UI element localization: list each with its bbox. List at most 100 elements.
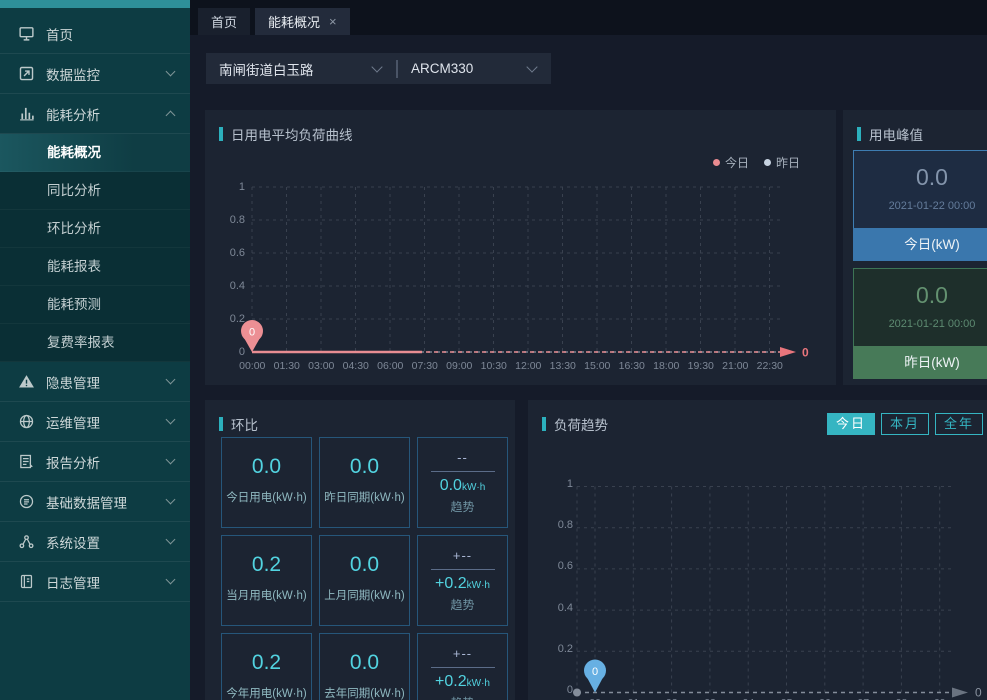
stat-card-yesterday-usage: 0.0 昨日同期(kW·h) bbox=[319, 437, 410, 528]
station-select-value: 南闸街道白玉路 bbox=[206, 59, 373, 79]
warning-triangle-icon bbox=[18, 373, 35, 390]
content: 南闸街道白玉路 ARCM330 日用电平均负荷曲线 bbox=[190, 35, 987, 700]
sidebar-item-tariff-report[interactable]: 复费率报表 bbox=[0, 324, 190, 362]
axis-tick-label: 1 bbox=[532, 476, 573, 492]
sidebar-item-data-monitor[interactable]: 数据监控 bbox=[0, 54, 190, 94]
sidebar-item-label: 基础数据管理 bbox=[46, 492, 167, 512]
title-accent-bar bbox=[219, 417, 223, 431]
tab-bar: 首页 能耗概况 × bbox=[190, 0, 987, 35]
marker-value: 0 bbox=[249, 327, 255, 339]
nodes-settings-icon bbox=[18, 533, 35, 550]
peak-timestamp: 2021-01-21 00:00 bbox=[854, 318, 987, 330]
stat-label: 今年用电(kW·h) bbox=[222, 685, 311, 700]
stat-label: 上月同期(kW·h) bbox=[320, 587, 409, 603]
trend-unit: kW·h bbox=[462, 482, 485, 493]
trend-card-month: +-- +0.2kW·h 趋势 bbox=[417, 535, 508, 626]
panel-title: 用电峰值 bbox=[857, 124, 923, 144]
sidebar-item-label: 运维管理 bbox=[46, 412, 167, 432]
peak-card-yesterday: 0.0 2021-01-21 00:00 昨日(kW) bbox=[853, 268, 987, 379]
stat-value: 0.0 bbox=[320, 651, 409, 675]
stat-card-last-month-usage: 0.0 上月同期(kW·h) bbox=[319, 535, 410, 626]
axis-tick-label: 0.6 bbox=[532, 558, 573, 574]
sidebar-subitem-label: 能耗概况 bbox=[47, 145, 101, 160]
fraction-divider bbox=[431, 569, 495, 570]
axis-tick-label: 13:30 bbox=[546, 360, 581, 372]
sidebar-item-base-data-mgmt[interactable]: 基础数据管理 bbox=[0, 482, 190, 522]
sidebar-top-strip bbox=[0, 0, 190, 8]
axis-tick-label: 22:30 bbox=[753, 360, 788, 372]
close-icon[interactable]: × bbox=[329, 15, 337, 28]
journal-icon bbox=[18, 573, 35, 590]
tab-label: 首页 bbox=[211, 12, 237, 31]
x-axis-labels: 00:0001:3003:0004:3006:0007:3009:0010:30… bbox=[235, 360, 787, 372]
sidebar-subitem-label: 环比分析 bbox=[47, 221, 101, 236]
sidebar-item-log-mgmt[interactable]: 日志管理 bbox=[0, 562, 190, 602]
peak-timestamp: 2021-01-22 00:00 bbox=[854, 200, 987, 212]
load-trend-chart: 0 0 bbox=[528, 400, 987, 700]
station-select[interactable]: 南闸街道白玉路 bbox=[206, 53, 396, 84]
axis-arrow-icon bbox=[952, 688, 968, 698]
chevron-down-icon bbox=[166, 535, 176, 545]
sidebar-submenu: 能耗概况 同比分析 环比分析 能耗报表 能耗预测 复费率报表 bbox=[0, 134, 190, 362]
axis-tick-label: 04:30 bbox=[339, 360, 374, 372]
chevron-down-icon bbox=[166, 575, 176, 585]
axis-tick-label: 0.4 bbox=[532, 600, 573, 616]
grid-horizontal bbox=[252, 187, 783, 319]
trend-unit: kW·h bbox=[467, 580, 490, 591]
axis-end-value: 0 bbox=[802, 346, 809, 360]
sidebar-item-report-analysis[interactable]: 报告分析 bbox=[0, 442, 190, 482]
sidebar-subitem-label: 复费率报表 bbox=[47, 335, 115, 350]
axis-origin-dot bbox=[573, 689, 581, 697]
sidebar-item-energy-overview[interactable]: 能耗概况 bbox=[0, 134, 190, 172]
sidebar-item-energy-report[interactable]: 能耗报表 bbox=[0, 248, 190, 286]
sidebar-item-energy-forecast[interactable]: 能耗预测 bbox=[0, 286, 190, 324]
peak-value: 0.0 bbox=[854, 164, 987, 191]
tab-home[interactable]: 首页 bbox=[198, 8, 250, 35]
marker-value: 0 bbox=[592, 666, 598, 678]
title-accent-bar bbox=[857, 127, 861, 141]
trend-card-day: -- 0.0kW·h 趋势 bbox=[417, 437, 508, 528]
panel-title-text: 环比 bbox=[231, 414, 258, 434]
stat-label: 今日用电(kW·h) bbox=[222, 489, 311, 505]
chevron-down-icon bbox=[526, 61, 537, 72]
ring-comparison-panel: 环比 0.0 今日用电(kW·h) 0.0 昨日同期(kW·h) -- 0.0k… bbox=[205, 400, 515, 700]
sidebar-item-hazard-mgmt[interactable]: 隐患管理 bbox=[0, 362, 190, 402]
trend-numerator: -- bbox=[418, 450, 507, 465]
data-monitor-icon bbox=[18, 65, 35, 82]
chevron-down-icon bbox=[166, 415, 176, 425]
tab-label: 能耗概况 bbox=[268, 12, 320, 31]
axis-tick-label: 15:00 bbox=[580, 360, 615, 372]
ring-card-grid: 0.0 今日用电(kW·h) 0.0 昨日同期(kW·h) -- 0.0kW·h… bbox=[221, 437, 508, 700]
load-curve-panel: 日用电平均负荷曲线 今日 昨日 bbox=[205, 110, 836, 385]
stat-value: 0.0 bbox=[320, 455, 409, 479]
axis-tick-label: 0.4 bbox=[205, 278, 245, 294]
chevron-up-icon bbox=[166, 111, 176, 121]
chevron-down-icon bbox=[166, 375, 176, 385]
tab-energy-overview[interactable]: 能耗概况 × bbox=[255, 8, 350, 35]
device-select[interactable]: ARCM330 bbox=[398, 53, 551, 84]
axis-tick-label: 06:00 bbox=[373, 360, 408, 372]
sidebar-subitem-label: 能耗报表 bbox=[47, 259, 101, 274]
sidebar-item-home[interactable]: 首页 bbox=[0, 14, 190, 54]
sidebar-item-system-settings[interactable]: 系统设置 bbox=[0, 522, 190, 562]
sidebar-item-mom-analysis[interactable]: 环比分析 bbox=[0, 210, 190, 248]
sidebar-item-yoy-analysis[interactable]: 同比分析 bbox=[0, 172, 190, 210]
axis-tick-label: 10:30 bbox=[477, 360, 512, 372]
peak-card-label: 昨日(kW) bbox=[853, 346, 987, 379]
axis-tick-label: 0.2 bbox=[205, 311, 245, 327]
y-axis-labels: 10.80.60.40.20 bbox=[205, 179, 245, 360]
trend-label: 趋势 bbox=[418, 694, 507, 700]
stat-label: 当月用电(kW·h) bbox=[222, 587, 311, 603]
peak-card-label: 今日(kW) bbox=[853, 228, 987, 261]
sidebar-subitem-label: 同比分析 bbox=[47, 183, 101, 198]
sidebar-item-ops-mgmt[interactable]: 运维管理 bbox=[0, 402, 190, 442]
axis-tick-label: 21:00 bbox=[718, 360, 753, 372]
sidebar-item-energy-analysis[interactable]: 能耗分析 bbox=[0, 94, 190, 134]
axis-tick-label: 09:00 bbox=[442, 360, 477, 372]
axis-tick-label: 01:30 bbox=[270, 360, 305, 372]
filter-bar: 南闸街道白玉路 ARCM330 bbox=[206, 53, 551, 84]
stat-label: 去年同期(kW·h) bbox=[320, 685, 409, 700]
peak-panel: 用电峰值 0.0 2021-01-22 00:00 今日(kW) 0.0 202… bbox=[843, 110, 987, 385]
main-area: 首页 能耗概况 × 南闸街道白玉路 ARCM330 bbox=[190, 0, 987, 700]
chevron-down-icon bbox=[371, 61, 382, 72]
